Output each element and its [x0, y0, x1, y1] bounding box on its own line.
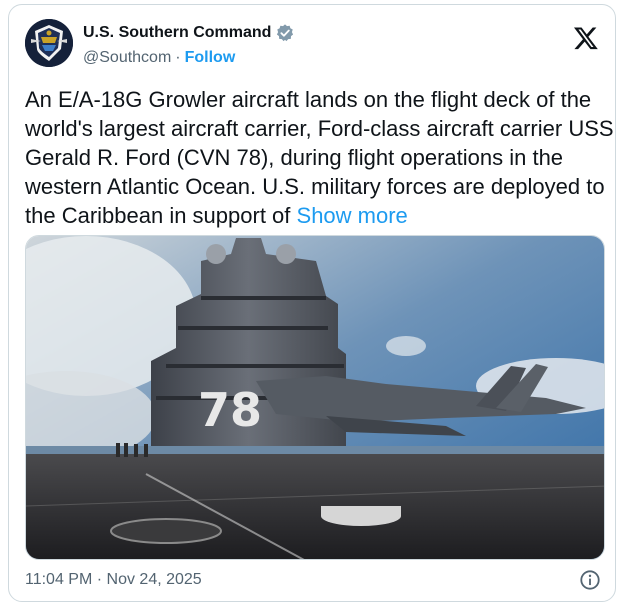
tweet-header: U.S. Southern Command @Southcom · Follow: [25, 19, 599, 75]
display-name-row: U.S. Southern Command: [83, 22, 295, 44]
separator-dot: ·: [175, 49, 181, 66]
tweet-text: An E/A-18G Growler aircraft lands on the…: [25, 85, 615, 230]
author-handle[interactable]: @Southcom: [83, 49, 171, 67]
tweet-photo[interactable]: 78: [25, 235, 605, 560]
hull-number: 78: [198, 383, 262, 437]
follow-button[interactable]: Follow: [185, 49, 236, 67]
display-name[interactable]: U.S. Southern Command: [83, 24, 271, 42]
carrier-photo: 78: [26, 236, 604, 559]
tweet-timestamp[interactable]: 11:04 PM · Nov 24, 2025: [25, 571, 202, 589]
tweet-card: U.S. Southern Command @Southcom · Follow…: [8, 4, 616, 602]
verified-badge-icon: [277, 24, 294, 42]
handle-row: @Southcom · Follow: [83, 47, 295, 69]
x-logo-icon[interactable]: [573, 25, 599, 51]
info-icon[interactable]: [579, 569, 601, 591]
southcom-crest-icon: [25, 19, 73, 67]
show-more-link[interactable]: Show more: [297, 203, 408, 228]
avatar[interactable]: [25, 19, 73, 67]
author-names: U.S. Southern Command @Southcom · Follow: [83, 22, 295, 69]
